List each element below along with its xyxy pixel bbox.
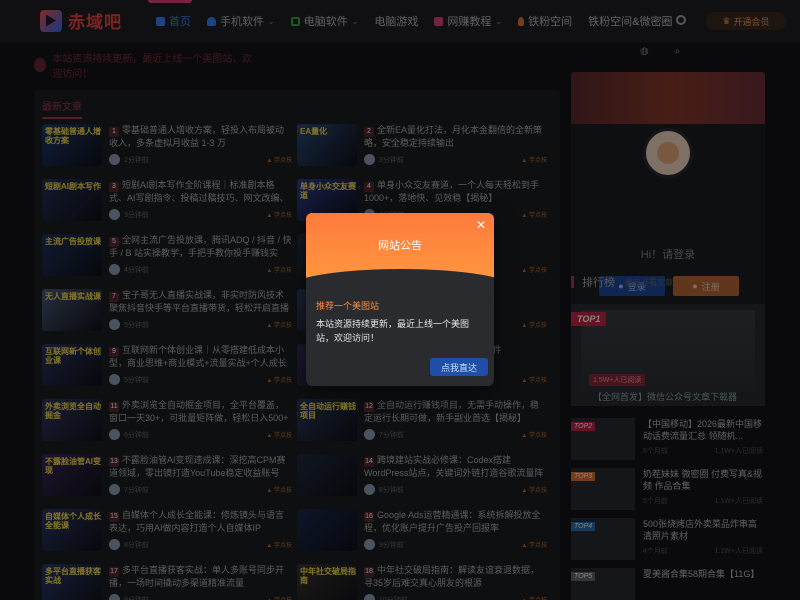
modal-title: 网站公告: [378, 240, 422, 252]
modal-header: 网站公告 ✕: [306, 213, 494, 309]
visit-button[interactable]: 点我直达: [430, 358, 488, 376]
modal-subtitle: 推荐一个美图站: [316, 301, 380, 311]
close-icon[interactable]: ✕: [476, 218, 486, 232]
announcement-modal: 网站公告 ✕ 推荐一个美图站 本站资源持续更新，最近上线一个美图站，欢迎访问！ …: [306, 213, 494, 386]
modal-body: 本站资源持续更新，最近上线一个美图站，欢迎访问！: [316, 319, 470, 343]
